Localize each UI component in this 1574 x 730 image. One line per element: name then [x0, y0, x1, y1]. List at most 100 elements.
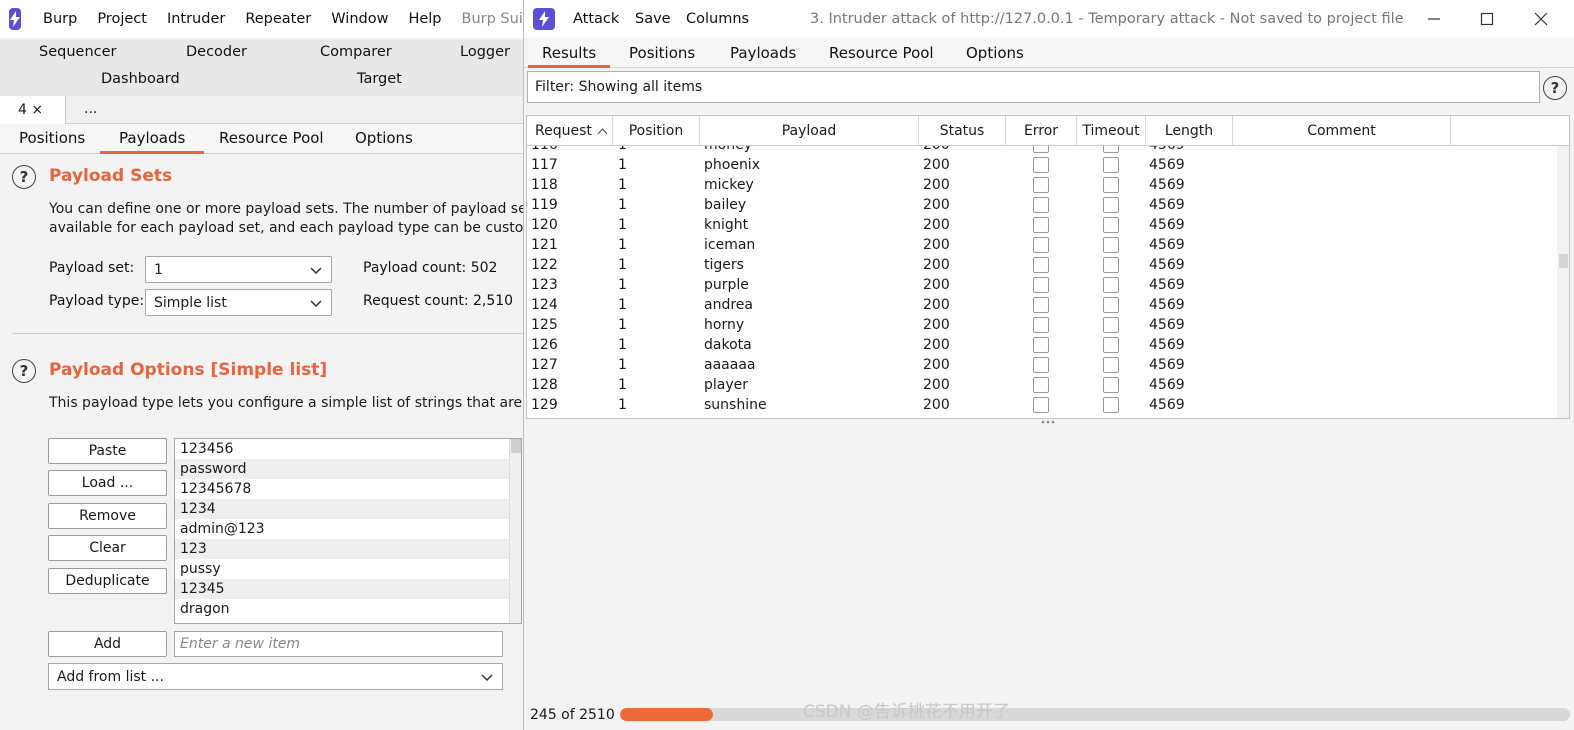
- error-checkbox: [1033, 317, 1049, 333]
- menu-project[interactable]: Project: [87, 11, 157, 27]
- tab-payloads[interactable]: Payloads: [100, 129, 205, 154]
- burp-logo-icon: [533, 8, 555, 30]
- error-checkbox: [1033, 297, 1049, 313]
- menu-help[interactable]: Help: [398, 11, 451, 27]
- payload-type-label: Payload type:: [49, 293, 145, 309]
- close-icon[interactable]: [1534, 12, 1548, 26]
- section-divider: [12, 333, 524, 334]
- table-row[interactable]: 116 1 money 200 4569: [527, 146, 1569, 155]
- table-row[interactable]: 122 1 tigers 200 4569: [527, 255, 1569, 275]
- menu-window[interactable]: Window: [321, 11, 398, 27]
- load-button[interactable]: Load ...: [48, 470, 167, 496]
- tab-decoder[interactable]: Decoder: [186, 44, 247, 60]
- tab-resource-pool[interactable]: Resource Pool: [829, 44, 934, 62]
- tab-dashboard[interactable]: Dashboard: [101, 71, 180, 87]
- table-row[interactable]: 119 1 bailey 200 4569: [527, 195, 1569, 215]
- payload-count: Payload count: 502: [363, 260, 498, 276]
- tab-comparer[interactable]: Comparer: [320, 44, 392, 60]
- payload-set-select[interactable]: 1: [145, 256, 332, 283]
- add-from-list-select[interactable]: Add from list ...: [48, 663, 503, 690]
- list-item[interactable]: admin@123: [175, 519, 521, 539]
- table-row[interactable]: 120 1 knight 200 4569: [527, 215, 1569, 235]
- column-timeout[interactable]: Timeout: [1077, 116, 1146, 146]
- add-button[interactable]: Add: [48, 631, 167, 657]
- table-row[interactable]: 126 1 dakota 200 4569: [527, 335, 1569, 355]
- list-item[interactable]: 123: [175, 539, 521, 559]
- column-request[interactable]: Request: [527, 116, 613, 146]
- list-item[interactable]: pussy: [175, 559, 521, 579]
- cell-payload: horny: [704, 317, 745, 333]
- help-icon[interactable]: ?: [12, 165, 36, 189]
- column-error[interactable]: Error: [1006, 116, 1077, 146]
- help-icon[interactable]: ?: [1543, 76, 1567, 100]
- error-checkbox: [1033, 197, 1049, 213]
- error-checkbox: [1033, 146, 1049, 153]
- table-row[interactable]: 128 1 player 200 4569: [527, 375, 1569, 395]
- menu-burp[interactable]: Burp: [33, 11, 87, 27]
- intruder-attack-window: Attack Save Columns 3. Intruder attack o…: [523, 0, 1574, 730]
- list-item[interactable]: 12345: [175, 579, 521, 599]
- menu-attack[interactable]: Attack: [573, 11, 619, 27]
- table-row[interactable]: 123 1 purple 200 4569: [527, 275, 1569, 295]
- payload-type-select[interactable]: Simple list: [145, 289, 332, 316]
- menu-columns[interactable]: Columns: [686, 11, 749, 27]
- list-item[interactable]: password: [175, 459, 521, 479]
- table-row[interactable]: 117 1 phoenix 200 4569: [527, 155, 1569, 175]
- cell-request: 121: [531, 237, 558, 253]
- cell-request: 120: [531, 217, 558, 233]
- tab-payloads[interactable]: Payloads: [730, 44, 796, 62]
- deduplicate-button[interactable]: Deduplicate: [48, 568, 167, 594]
- results-scrollbar[interactable]: [1557, 146, 1569, 418]
- tab-results[interactable]: Results: [528, 44, 611, 68]
- maximize-icon[interactable]: [1480, 12, 1494, 26]
- menu-save[interactable]: Save: [635, 11, 671, 27]
- cell-position: 1: [618, 237, 627, 253]
- tab-sequencer[interactable]: Sequencer: [39, 44, 116, 60]
- column-payload[interactable]: Payload: [700, 116, 919, 146]
- tab-target[interactable]: Target: [357, 71, 402, 87]
- menu-repeater[interactable]: Repeater: [235, 11, 321, 27]
- menu-intruder[interactable]: Intruder: [157, 11, 235, 27]
- table-row[interactable]: 127 1 aaaaaa 200 4569: [527, 355, 1569, 375]
- list-item[interactable]: 123456: [175, 439, 521, 459]
- cell-request: 123: [531, 277, 558, 293]
- list-item[interactable]: dragon: [175, 599, 521, 619]
- column-comment[interactable]: Comment: [1233, 116, 1451, 146]
- paste-button[interactable]: Paste: [48, 438, 167, 464]
- clear-button[interactable]: Clear: [48, 535, 167, 561]
- column-status[interactable]: Status: [919, 116, 1006, 146]
- tab-logger[interactable]: Logger: [460, 44, 510, 60]
- list-item[interactable]: 12345678: [175, 479, 521, 499]
- top-tabs-row-2: Dashboard Target: [0, 66, 524, 96]
- table-row[interactable]: 125 1 horny 200 4569: [527, 315, 1569, 335]
- column-position[interactable]: Position: [613, 116, 700, 146]
- new-item-input[interactable]: Enter a new item: [174, 631, 503, 657]
- tab-positions[interactable]: Positions: [19, 129, 85, 147]
- scrollbar-thumb[interactable]: [511, 439, 521, 453]
- list-scrollbar[interactable]: [509, 439, 521, 623]
- help-icon[interactable]: ?: [12, 359, 36, 383]
- remove-button[interactable]: Remove: [48, 503, 167, 529]
- table-row[interactable]: 121 1 iceman 200 4569: [527, 235, 1569, 255]
- table-row[interactable]: 124 1 andrea 200 4569: [527, 295, 1569, 315]
- scrollbar-thumb[interactable]: [1559, 254, 1568, 268]
- results-filter-bar[interactable]: Filter: Showing all items: [527, 71, 1540, 103]
- list-item[interactable]: 1234: [175, 499, 521, 519]
- tab-options[interactable]: Options: [355, 129, 413, 147]
- timeout-checkbox: [1103, 146, 1119, 153]
- tab-options[interactable]: Options: [966, 44, 1024, 62]
- cell-status: 200: [923, 377, 950, 393]
- table-row[interactable]: 118 1 mickey 200 4569: [527, 175, 1569, 195]
- intruder-tab-4[interactable]: 4 ×: [0, 96, 66, 124]
- minimize-icon[interactable]: [1427, 12, 1441, 26]
- table-row[interactable]: 129 1 sunshine 200 4569: [527, 395, 1569, 415]
- cell-status: 200: [923, 317, 950, 333]
- tab-positions[interactable]: Positions: [629, 44, 695, 62]
- payload-options-desc: This payload type lets you configure a s…: [49, 395, 524, 411]
- payload-set-label: Payload set:: [49, 260, 135, 276]
- column-length[interactable]: Length: [1146, 116, 1233, 146]
- tab-resource-pool[interactable]: Resource Pool: [219, 129, 324, 147]
- splitter-handle-icon[interactable]: [1040, 419, 1056, 425]
- payload-list[interactable]: 123456 password 12345678 1234 admin@123 …: [174, 438, 522, 624]
- intruder-tab-more[interactable]: ...: [84, 101, 97, 117]
